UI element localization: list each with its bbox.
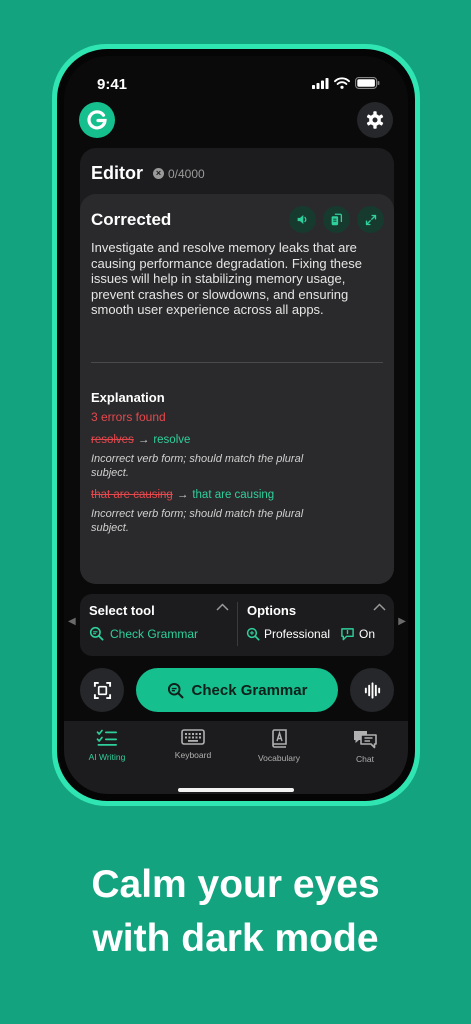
- home-indicator: [178, 788, 294, 792]
- cellular-signal-icon: [312, 77, 329, 89]
- gear-icon: [366, 111, 384, 129]
- corrected-word: resolve: [153, 434, 191, 446]
- wifi-icon: [334, 77, 350, 89]
- tab-label: Keyboard: [174, 750, 212, 760]
- keyboard-icon: [181, 729, 205, 745]
- status-bar: 9:41: [64, 74, 408, 96]
- expand-icon: [365, 214, 376, 225]
- grammarly-logo-icon: [87, 110, 107, 130]
- chevron-up-icon: [216, 603, 229, 611]
- tab-label: AI Writing: [88, 752, 126, 762]
- corrected-word: that are causing: [192, 489, 275, 501]
- voice-input-button[interactable]: [350, 668, 394, 712]
- settings-button[interactable]: [357, 102, 393, 138]
- app-logo: [79, 102, 115, 138]
- options-section[interactable]: Options Professional On: [238, 594, 394, 656]
- errors-count: 3 errors found: [91, 410, 166, 424]
- app-screen: 9:41 Editor × 0/4000 Corrected Investiga…: [64, 56, 408, 794]
- options-values: Professional On: [246, 627, 375, 641]
- tab-label: Vocabulary: [257, 753, 301, 763]
- correction-reason: Incorrect verb form; should match the pl…: [91, 508, 304, 534]
- scan-button[interactable]: [80, 668, 124, 712]
- speak-button[interactable]: [289, 206, 316, 233]
- corrected-card: Corrected Investigate and resolve memory…: [80, 194, 394, 584]
- char-count: × 0/4000: [153, 167, 205, 181]
- status-time: 9:41: [97, 76, 128, 93]
- original-text: that are causing: [91, 489, 173, 501]
- tone-icon: [246, 627, 260, 641]
- explanations-state: On: [359, 627, 376, 641]
- corrected-actions: [289, 206, 384, 233]
- scroll-right-icon[interactable]: ▶: [398, 616, 406, 627]
- ai-writing-icon: [96, 729, 117, 746]
- char-count-value: 0/4000: [168, 166, 205, 181]
- copy-button[interactable]: [323, 206, 350, 233]
- tab-chat[interactable]: Chat: [322, 729, 408, 769]
- phone-frame: 9:41 Editor × 0/4000 Corrected Investiga…: [52, 44, 420, 806]
- check-grammar-icon: [89, 626, 104, 641]
- arrow-right-icon: →: [176, 489, 189, 501]
- clear-icon[interactable]: ×: [153, 168, 164, 179]
- tool-panel: ◀ ▶ Select tool Check Grammar Options Pr…: [68, 594, 406, 656]
- correction-item[interactable]: that are causing → that are causing: [91, 489, 274, 501]
- editor-header: Editor × 0/4000: [91, 163, 205, 184]
- vocabulary-icon: [271, 729, 287, 748]
- phone-bezel: 9:41 Editor × 0/4000 Corrected Investiga…: [57, 49, 415, 801]
- selected-tool: Check Grammar: [89, 626, 198, 641]
- scroll-left-icon[interactable]: ◀: [68, 616, 76, 627]
- correction-reason: Incorrect verb form; should match the pl…: [91, 453, 304, 479]
- tab-vocabulary[interactable]: Vocabulary: [236, 729, 322, 769]
- chevron-up-icon: [373, 603, 386, 611]
- copy-icon: [331, 213, 343, 226]
- speaker-icon: [297, 215, 307, 224]
- corrected-text[interactable]: Investigate and resolve memory leaks tha…: [91, 240, 389, 318]
- editor-card: Editor × 0/4000 Corrected Investigate an…: [80, 148, 394, 584]
- divider: [91, 362, 383, 363]
- check-grammar-button[interactable]: Check Grammar: [136, 668, 338, 712]
- original-text: resolves: [91, 434, 134, 446]
- select-tool-section[interactable]: Select tool Check Grammar: [80, 594, 237, 656]
- check-grammar-label: Check Grammar: [191, 681, 308, 699]
- status-icons: [312, 77, 380, 89]
- marketing-headline-line1: Calm your eyes: [91, 863, 380, 906]
- options-label: Options: [247, 603, 297, 618]
- expand-button[interactable]: [357, 206, 384, 233]
- editor-title: Editor: [91, 163, 143, 183]
- select-tool-label: Select tool: [89, 603, 155, 618]
- marketing-headline-line2: with dark mode: [92, 917, 379, 960]
- tone-value: Professional: [264, 627, 331, 641]
- check-grammar-icon: [167, 682, 184, 698]
- correction-item[interactable]: resolves → resolve: [91, 434, 190, 446]
- selected-tool-label: Check Grammar: [110, 626, 199, 641]
- tab-ai-writing[interactable]: AI Writing: [64, 729, 150, 769]
- waveform-icon: [364, 681, 380, 699]
- corrected-title: Corrected: [91, 210, 172, 229]
- tab-bar: AI Writing Keyboard Vocabulary Chat: [64, 721, 408, 794]
- scan-text-icon: [93, 681, 111, 699]
- explanation-title: Explanation: [91, 390, 165, 405]
- tab-label: Chat: [356, 754, 374, 764]
- chat-icon: [354, 731, 377, 749]
- battery-icon: [355, 77, 380, 89]
- arrow-right-icon: →: [137, 434, 150, 446]
- explanation-bubble-icon: [341, 628, 354, 641]
- tab-keyboard[interactable]: Keyboard: [150, 729, 236, 769]
